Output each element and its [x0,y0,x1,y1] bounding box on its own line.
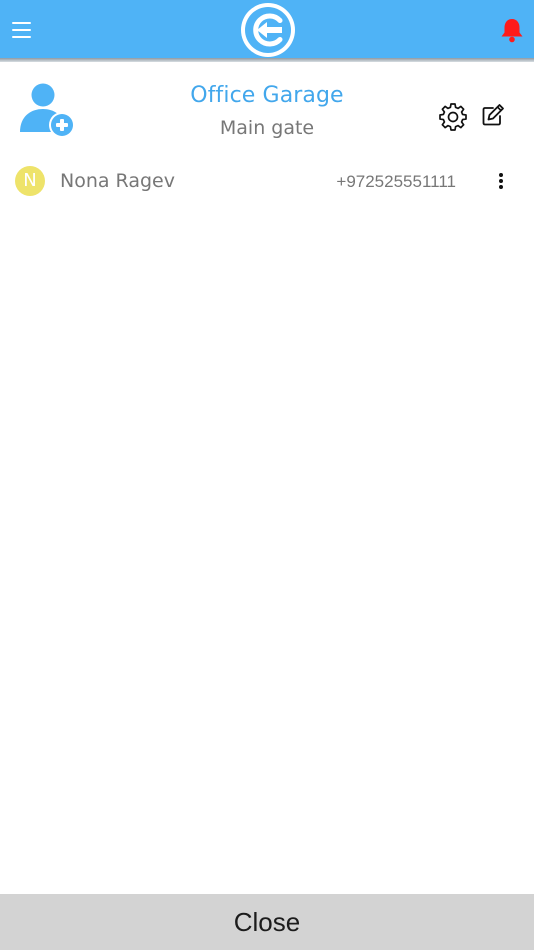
edit-icon[interactable] [479,101,507,129]
app-root: Office Garage Main gate N Nona Ragev +97… [0,0,534,950]
gate-title: Office Garage [190,83,344,108]
close-button[interactable]: Close [0,894,534,950]
gear-icon[interactable] [438,101,468,131]
user-phone: +972525551111 [336,172,456,191]
bell-icon[interactable] [498,16,526,44]
app-logo[interactable] [240,2,296,58]
top-app-bar [0,0,534,60]
add-user-icon[interactable] [16,82,78,140]
more-options-icon[interactable] [490,168,512,194]
user-name: Nona Ragev [60,170,175,192]
user-avatar: N [15,166,45,196]
hamburger-menu-icon[interactable] [8,16,36,44]
gate-subtitle: Main gate [219,117,315,139]
user-list-item[interactable]: N Nona Ragev +972525551111 [0,160,534,202]
top-bar-divider [0,58,534,62]
